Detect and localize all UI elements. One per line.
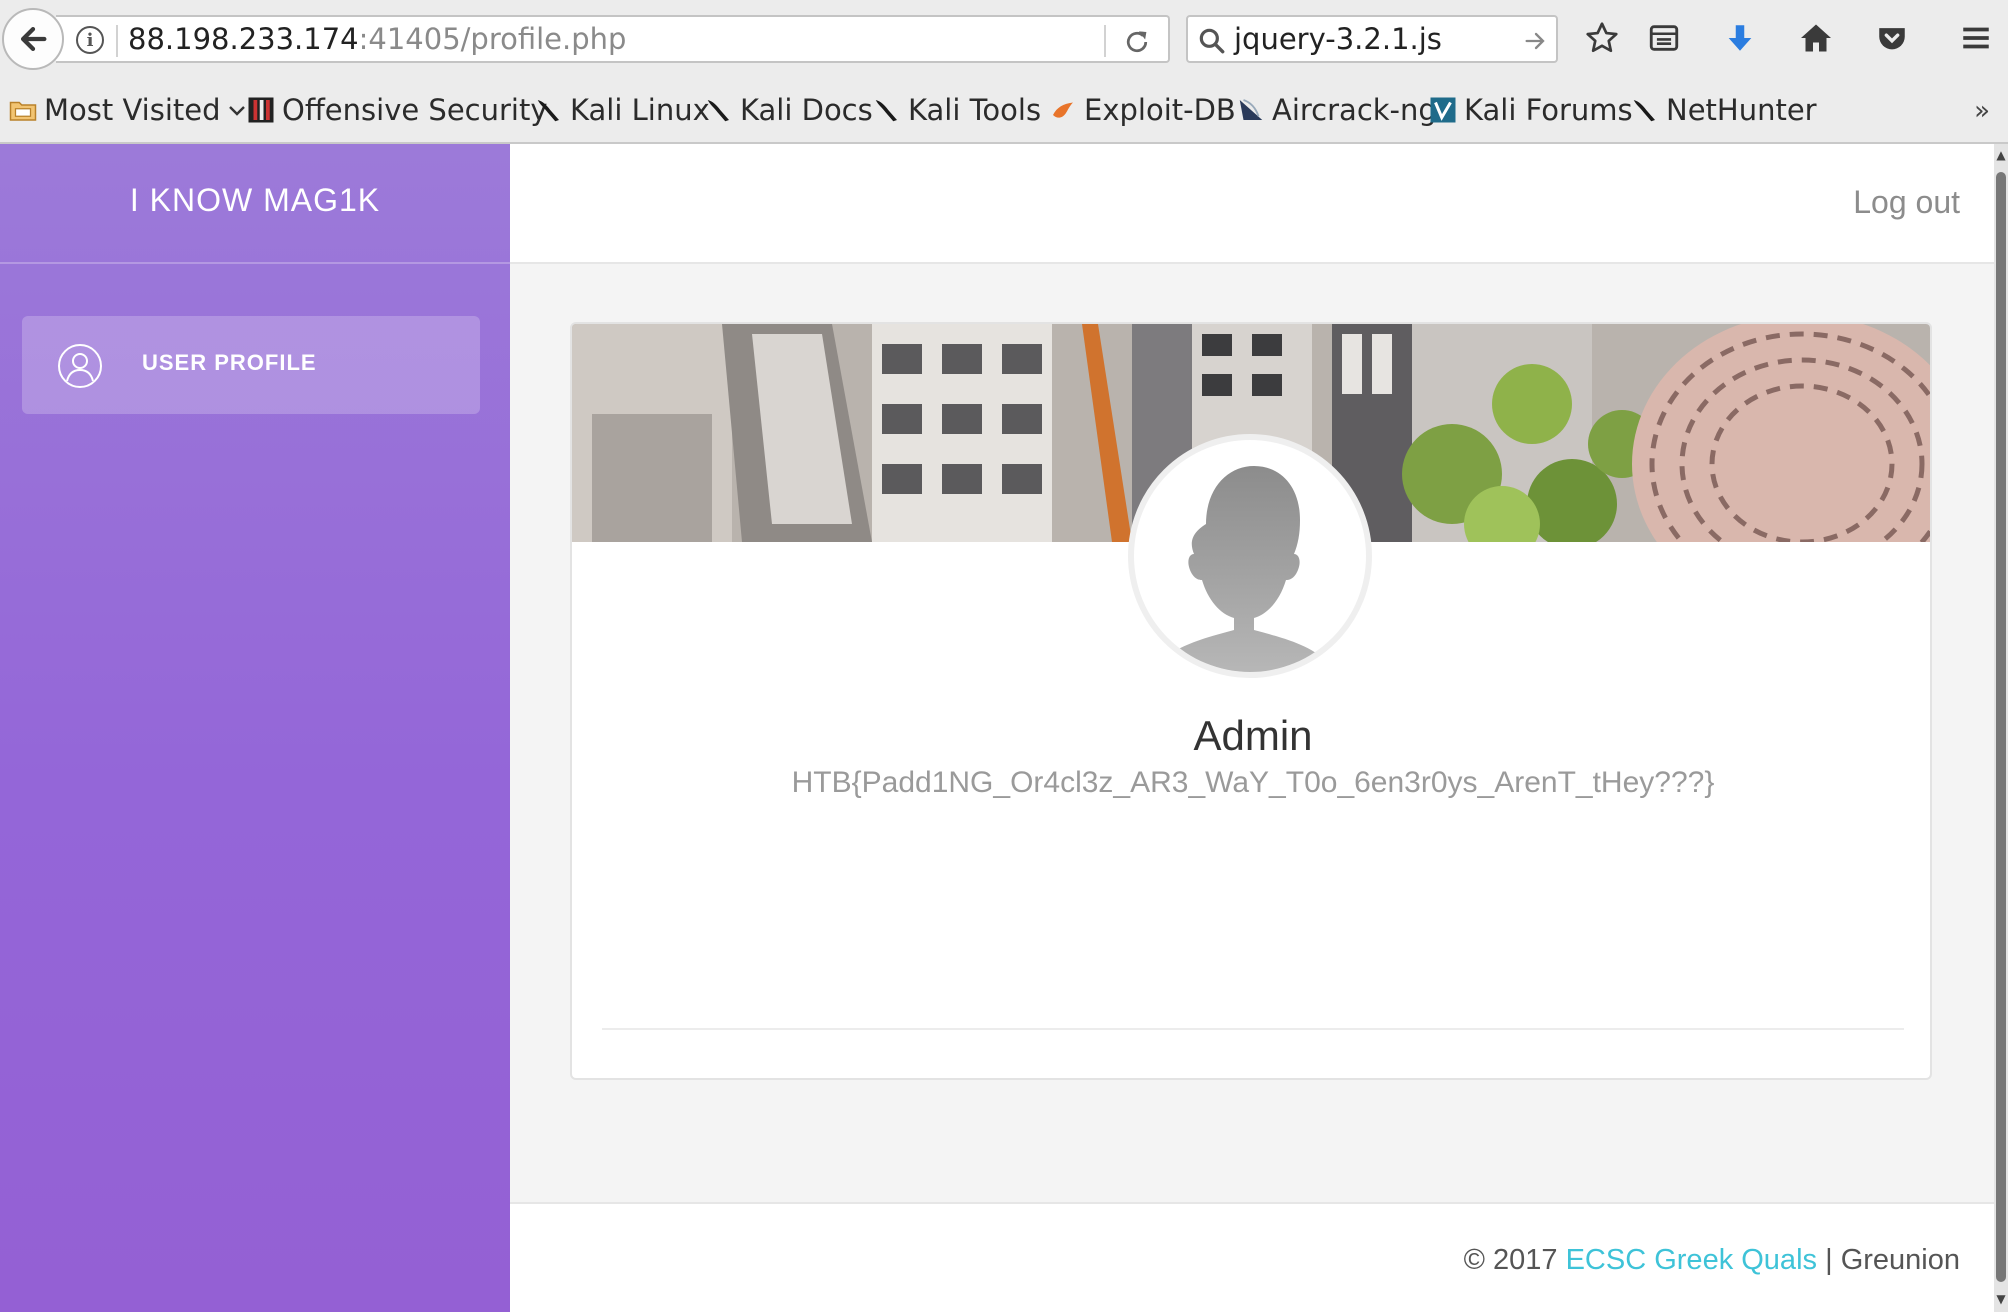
- footer-link[interactable]: ECSC Greek Quals: [1566, 1244, 1817, 1276]
- top-bar: Log out: [510, 144, 1994, 264]
- scroll-down-icon[interactable]: ▼: [1994, 1292, 2008, 1310]
- exploitdb-icon: [1053, 102, 1073, 118]
- brand-title[interactable]: I KNOW MAG1K: [0, 182, 510, 219]
- back-button[interactable]: [2, 8, 64, 70]
- card-divider: [602, 1028, 1904, 1030]
- footer: © 2017 ECSC Greek Quals | Greunion: [510, 1202, 1994, 1312]
- bookmark-label: Kali Forums: [1464, 93, 1633, 127]
- user-icon: [58, 344, 102, 388]
- sidebar-item-user-profile[interactable]: USER PROFILE: [22, 316, 480, 414]
- url-text[interactable]: 88.198.233.174:41405/profile.php: [128, 22, 626, 56]
- bookmark-aircrack-ng[interactable]: Aircrack-ng: [1236, 88, 1437, 132]
- scrollbar-thumb[interactable]: [1996, 172, 2006, 1282]
- bookmark-label: Kali Tools: [908, 93, 1042, 127]
- bookmark-label: Kali Docs: [740, 93, 873, 127]
- arrow-left-icon: [20, 26, 47, 52]
- sidebar-item-label: USER PROFILE: [142, 350, 317, 375]
- search-input[interactable]: jquery-3.2.1.js: [1234, 22, 1442, 56]
- search-icon: [1199, 28, 1225, 54]
- reload-icon[interactable]: [1122, 27, 1152, 57]
- kali-dragon-icon: [875, 100, 897, 122]
- home-icon[interactable]: [1794, 16, 1838, 60]
- profile-flag-text: HTB{Padd1NG_Or4cl3z_AR3_WaY_T0o_6en3r0ys…: [791, 766, 1715, 799]
- bookmarks-toolbar: Most Visited Offensive Security Kali Lin…: [0, 78, 2008, 144]
- folder-icon: [9, 101, 37, 121]
- bookmark-kali-docs[interactable]: Kali Docs: [704, 88, 873, 132]
- copyright-text: © 2017: [1463, 1244, 1558, 1276]
- kali-dragon-icon: [1633, 100, 1655, 122]
- arrow-right-icon[interactable]: [1522, 27, 1550, 55]
- browser-toolbar: i 88.198.233.174:41405/profile.php jquer…: [0, 0, 2008, 78]
- bookmark-offensive-security[interactable]: Offensive Security: [246, 88, 548, 132]
- sidebar-divider: [0, 262, 510, 264]
- profile-name: Admin: [1193, 712, 1313, 759]
- bookmarks-overflow-button[interactable]: »: [1974, 96, 1990, 126]
- kali-forums-icon: [1430, 97, 1456, 123]
- download-icon[interactable]: [1718, 16, 1762, 60]
- bookmark-star-icon[interactable]: [1580, 16, 1624, 60]
- bookmark-nethunter[interactable]: NetHunter: [1630, 88, 1817, 132]
- scroll-up-icon[interactable]: ▲: [1994, 148, 2008, 166]
- bookmark-kali-linux[interactable]: Kali Linux: [534, 88, 710, 132]
- bookmark-exploit-db[interactable]: Exploit-DB: [1048, 88, 1236, 132]
- bookmark-label: Most Visited: [44, 93, 221, 127]
- bookmark-kali-tools[interactable]: Kali Tools: [872, 88, 1041, 132]
- aircrack-icon: [1239, 99, 1263, 120]
- logout-link[interactable]: Log out: [1853, 184, 1960, 221]
- site-info-icon[interactable]: i: [76, 26, 104, 54]
- avatar: [1128, 434, 1372, 678]
- bookmark-label: NetHunter: [1666, 93, 1817, 127]
- profile-card: Admin HTB{Padd1NG_Or4cl3z_AR3_WaY_T0o_6e…: [570, 322, 1932, 1080]
- footer-separator: |: [1825, 1244, 1833, 1276]
- pocket-icon[interactable]: [1870, 16, 1914, 60]
- menu-icon[interactable]: [1954, 16, 1998, 60]
- bookmark-label: Exploit-DB: [1084, 93, 1236, 127]
- reading-list-icon[interactable]: [1642, 16, 1686, 60]
- url-path: :41405/profile.php: [358, 22, 627, 56]
- bookmark-label: Offensive Security: [282, 93, 548, 127]
- user-silhouette-icon: [1155, 466, 1333, 672]
- chevron-down-icon: [228, 106, 245, 116]
- kali-dragon-icon: [707, 100, 729, 122]
- offsec-icon: [248, 97, 274, 123]
- url-bar[interactable]: i 88.198.233.174:41405/profile.php: [56, 15, 1170, 63]
- bookmark-label: Kali Linux: [570, 93, 710, 127]
- url-separator: [116, 25, 118, 57]
- page-scrollbar[interactable]: ▲ ▼: [1994, 144, 2008, 1312]
- bookmark-label: Aircrack-ng: [1272, 93, 1437, 127]
- url-host: 88.198.233.174: [128, 22, 359, 56]
- reload-separator: [1104, 25, 1106, 57]
- sidebar: I KNOW MAG1K USER PROFILE: [0, 144, 510, 1312]
- footer-author: Greunion: [1840, 1244, 1960, 1276]
- bookmark-kali-forums[interactable]: Kali Forums: [1428, 88, 1633, 132]
- bookmark-most-visited[interactable]: Most Visited: [8, 88, 249, 132]
- kali-dragon-icon: [537, 100, 559, 122]
- main-content: Admin HTB{Padd1NG_Or4cl3z_AR3_WaY_T0o_6e…: [510, 264, 1994, 1202]
- search-bar[interactable]: jquery-3.2.1.js: [1186, 15, 1558, 63]
- footer-text: © 2017 ECSC Greek Quals | Greunion: [1464, 1244, 1960, 1277]
